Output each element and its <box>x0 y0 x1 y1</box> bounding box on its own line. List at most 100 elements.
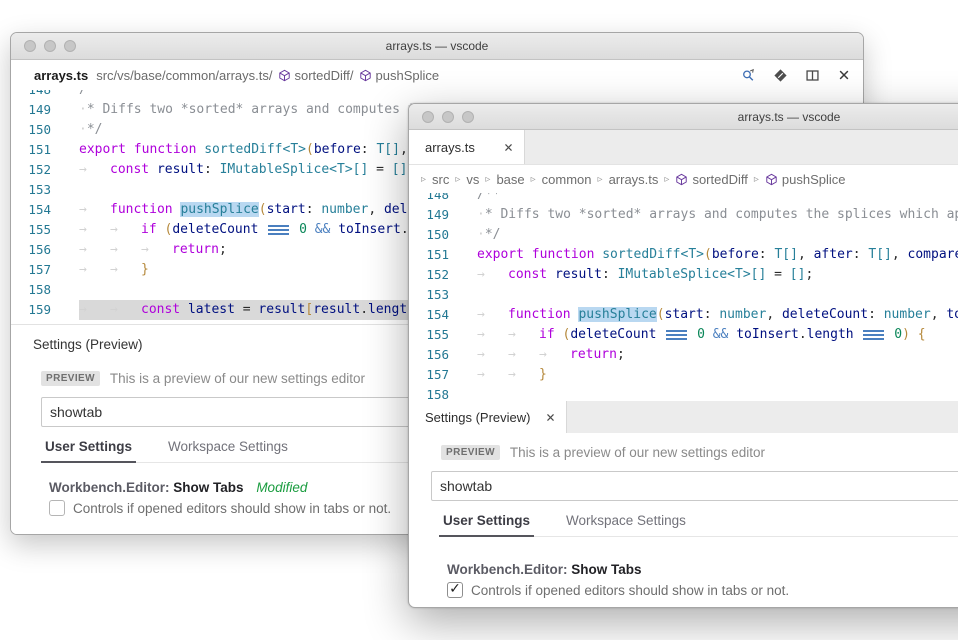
show-tabs-checkbox[interactable]: ✓ <box>447 582 463 598</box>
tab-whitespace-arrow-icon: → <box>141 240 172 260</box>
symbol-cube-icon <box>675 173 688 186</box>
tab-whitespace-arrow-icon: → <box>79 260 110 280</box>
tab-workspace-settings[interactable]: Workspace Settings <box>562 513 690 536</box>
triple-equals-ligature <box>666 334 687 336</box>
code-line[interactable]: 153 <box>409 285 958 305</box>
code-line[interactable]: 149·* Diffs two *sorted* arrays and comp… <box>409 205 958 225</box>
breadcrumb-item-common[interactable]: common <box>542 172 592 187</box>
split-editor-icon[interactable] <box>805 68 820 83</box>
triple-equals-ligature <box>863 334 884 336</box>
tab-whitespace-arrow-icon: → <box>508 345 539 365</box>
tab-whitespace-arrow-icon: → <box>110 300 141 320</box>
line-number: 148 <box>11 90 51 100</box>
breadcrumb: ▹src▹vs▹base▹common▹arrays.ts▹sortedDiff… <box>409 165 958 193</box>
settings-tab-bar: Settings (Preview) <box>409 401 958 433</box>
line-number: 153 <box>11 180 51 200</box>
window-title: arrays.ts — vscode <box>386 39 489 53</box>
breadcrumb-item-vs[interactable]: vs <box>466 172 479 187</box>
tab-arrays-ts[interactable]: arrays.ts <box>409 130 525 164</box>
tab-whitespace-arrow-icon: → <box>477 345 508 365</box>
tab-user-settings[interactable]: User Settings <box>41 439 136 463</box>
tab-settings-preview[interactable]: Settings (Preview) <box>409 401 567 433</box>
close-tab-icon[interactable] <box>531 412 556 423</box>
code-line[interactable]: 158 <box>409 385 958 401</box>
minimize-window-button[interactable] <box>442 111 454 123</box>
tab-whitespace-arrow-icon: → <box>79 240 110 260</box>
setting-category: Workbench.Editor: <box>49 480 170 495</box>
settings-scope-tabs: User Settings Workspace Settings <box>439 513 958 537</box>
setting-description: Controls if opened editors should show i… <box>73 501 391 516</box>
file-path-label: src/vs/base/common/arrays.ts/ sortedDiff… <box>96 68 439 83</box>
code-line[interactable]: 157→→} <box>409 365 958 385</box>
breadcrumb-item-sorteddiff[interactable]: sortedDiff <box>675 172 747 187</box>
preview-badge: PREVIEW <box>41 371 100 386</box>
show-tabs-checkbox[interactable] <box>49 500 65 516</box>
zoom-window-button[interactable] <box>64 40 76 52</box>
code-line[interactable]: 156→→→return; <box>409 345 958 365</box>
tab-workspace-settings[interactable]: Workspace Settings <box>164 439 292 462</box>
code-editor[interactable]: 148/**149·* Diffs two *sorted* arrays an… <box>409 193 958 401</box>
line-number: 156 <box>11 240 51 260</box>
line-number: 158 <box>11 280 51 300</box>
breadcrumb-item-src[interactable]: src <box>432 172 449 187</box>
breadcrumb-separator-icon: ▹ <box>485 174 490 185</box>
symbol-sorteddiff[interactable]: sortedDiff/ <box>295 68 354 83</box>
modified-label: Modified <box>256 480 307 495</box>
close-window-button[interactable] <box>24 40 36 52</box>
breadcrumb-item-arrays-ts[interactable]: arrays.ts <box>609 172 659 187</box>
line-number: 158 <box>409 385 449 401</box>
close-tab-icon[interactable] <box>489 142 514 153</box>
breadcrumb-item-base[interactable]: base <box>496 172 524 187</box>
line-number: 152 <box>409 265 449 285</box>
code-line[interactable]: 152→const result: IMutableSplice<T>[] = … <box>409 265 958 285</box>
settings-search-input[interactable] <box>431 471 958 501</box>
symbol-cube-icon <box>765 173 778 186</box>
code-line[interactable]: 148/** <box>409 193 958 205</box>
line-number: 150 <box>11 120 51 140</box>
editor-title-row: arrays.ts src/vs/base/common/arrays.ts/ … <box>11 60 863 90</box>
close-window-button[interactable] <box>422 111 434 123</box>
breadcrumb-separator-icon: ▹ <box>598 174 603 185</box>
tab-whitespace-arrow-icon: → <box>79 160 110 180</box>
tab-whitespace-arrow-icon: → <box>110 220 141 240</box>
setting-description: Controls if opened editors should show i… <box>471 583 789 598</box>
line-number: 148 <box>409 193 449 205</box>
code-line[interactable]: 154→function pushSplice(start: number, d… <box>409 305 958 325</box>
open-changes-icon[interactable] <box>773 68 788 83</box>
tab-whitespace-arrow-icon: → <box>477 265 508 285</box>
line-number: 153 <box>409 285 449 305</box>
preview-banner-text: This is a preview of our new settings ed… <box>110 371 365 386</box>
line-number: 155 <box>11 220 51 240</box>
tab-whitespace-arrow-icon: → <box>477 325 508 345</box>
close-icon[interactable] <box>837 68 851 82</box>
settings-editor: PREVIEW This is a preview of our new set… <box>409 445 958 598</box>
zoom-window-button[interactable] <box>462 111 474 123</box>
line-number: 155 <box>409 325 449 345</box>
titlebar[interactable]: arrays.ts — vscode <box>11 33 863 60</box>
minimize-window-button[interactable] <box>44 40 56 52</box>
tab-user-settings[interactable]: User Settings <box>439 513 534 537</box>
preview-banner-text: This is a preview of our new settings ed… <box>510 445 765 460</box>
tab-whitespace-arrow-icon: → <box>477 365 508 385</box>
setting-name: Show Tabs <box>173 480 243 495</box>
setting-show-tabs: Workbench.Editor: Show Tabs <box>447 562 958 577</box>
code-line[interactable]: 148/** <box>11 90 863 100</box>
preview-badge: PREVIEW <box>441 445 500 460</box>
line-number: 156 <box>409 345 449 365</box>
code-line[interactable]: 151export function sortedDiff<T>(before:… <box>409 245 958 265</box>
breadcrumb-item-pushsplice[interactable]: pushSplice <box>765 172 846 187</box>
file-name-label: arrays.ts <box>34 68 88 83</box>
symbol-cube-icon <box>359 69 372 82</box>
breadcrumb-separator-icon: ▹ <box>754 174 759 185</box>
titlebar[interactable]: arrays.ts — vscode <box>409 104 958 130</box>
code-line[interactable]: 155→→if (deleteCount 0 && toInsert.lengt… <box>409 325 958 345</box>
line-number: 151 <box>409 245 449 265</box>
tab-whitespace-arrow-icon: → <box>79 300 110 320</box>
search-icon[interactable] <box>741 68 756 83</box>
tab-whitespace-arrow-icon: → <box>110 240 141 260</box>
line-number: 157 <box>409 365 449 385</box>
line-number: 152 <box>11 160 51 180</box>
symbol-pushsplice[interactable]: pushSplice <box>376 68 440 83</box>
vscode-window-with-tabs: arrays.ts — vscode arrays.ts ▹ src ▹ vs ▹ bas… <box>408 103 958 608</box>
code-line[interactable]: 150·*/ <box>409 225 958 245</box>
